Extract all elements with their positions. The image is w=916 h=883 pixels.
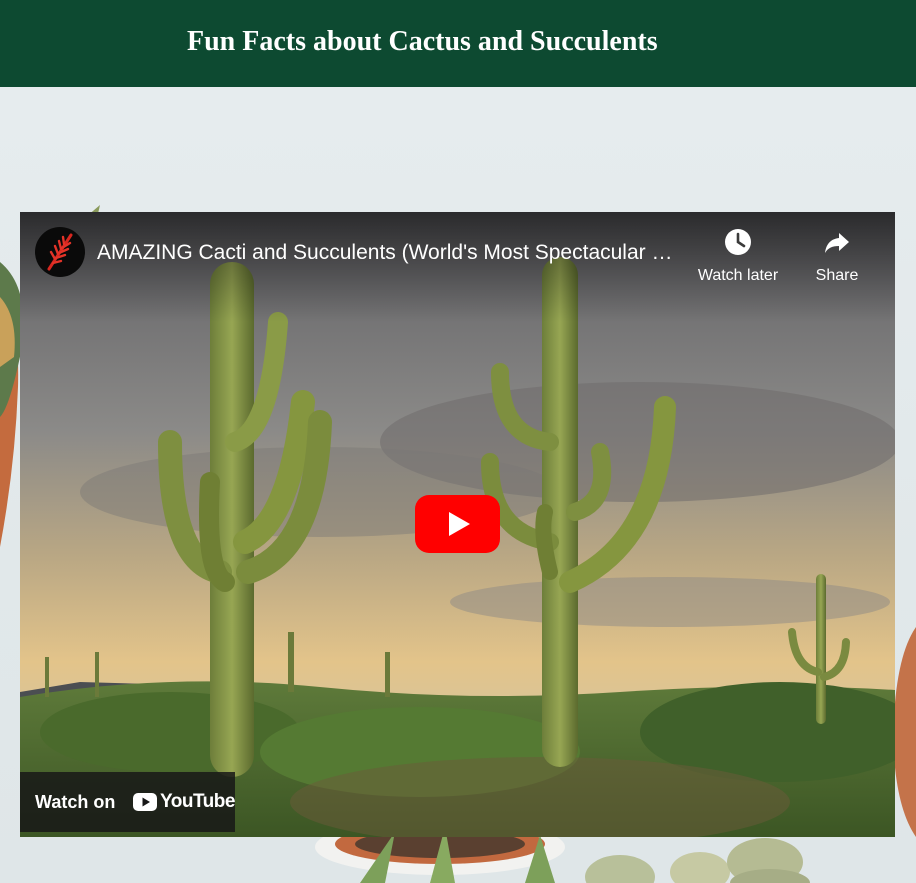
share-arrow-icon — [825, 233, 849, 253]
youtube-video-embed[interactable]: AMAZING Cacti and Succulents (World's Mo… — [20, 212, 895, 837]
watch-later-button[interactable]: Watch later — [688, 228, 788, 296]
youtube-wordmark: YouTube — [160, 791, 235, 812]
share-button[interactable]: Share — [787, 228, 887, 296]
watch-on-label: Watch on — [35, 792, 116, 812]
site-header: Fun Facts about Cactus and Succulents — [0, 0, 916, 87]
clock-icon — [725, 229, 751, 255]
page-title: Fun Facts about Cactus and Succulents — [187, 26, 658, 57]
watch-on-youtube-button[interactable]: Watch on YouTube — [20, 772, 235, 832]
play-button[interactable] — [415, 495, 500, 553]
red-leaf-logo-icon — [47, 233, 73, 271]
channel-avatar[interactable] — [35, 227, 85, 277]
share-label: Share — [815, 267, 859, 284]
play-icon — [415, 495, 500, 553]
watch-later-label: Watch later — [697, 267, 779, 284]
youtube-logo-icon — [133, 793, 157, 811]
video-title-link[interactable]: AMAZING Cacti and Succulents (World's Mo… — [97, 240, 687, 266]
